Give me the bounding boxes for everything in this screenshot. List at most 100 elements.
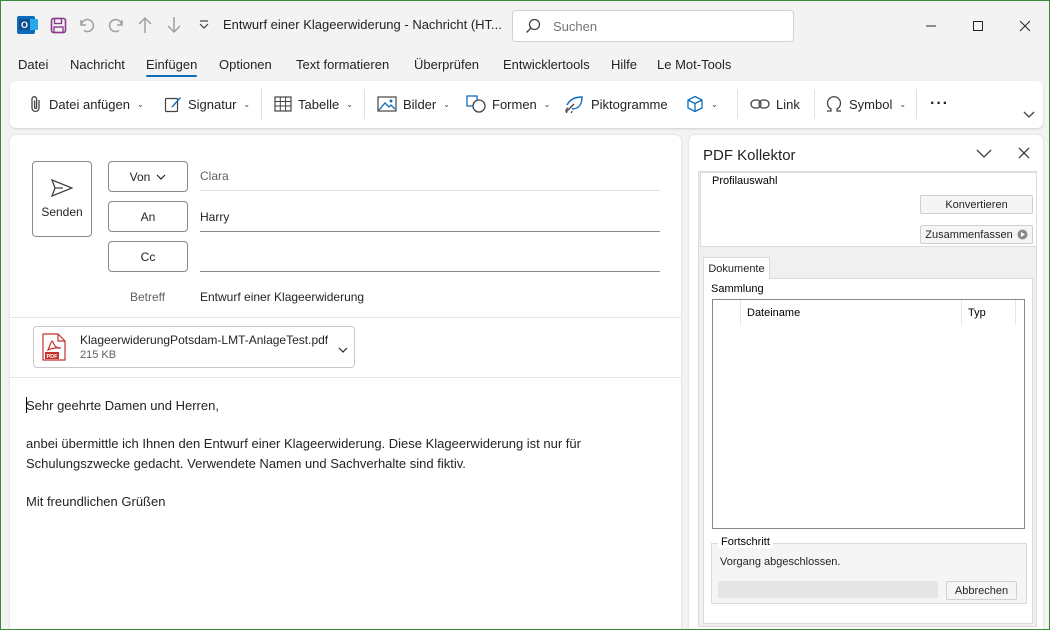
message-body[interactable]: Sehr geehrte Damen und Herren, anbei übe… bbox=[26, 396, 666, 512]
paperclip-icon bbox=[31, 96, 40, 113]
table-button[interactable]: Tabelle ⌄ bbox=[274, 92, 353, 116]
arrow-up-icon[interactable] bbox=[135, 15, 155, 35]
profile-group-label: Profilauswahl bbox=[709, 175, 781, 187]
more-commands-button[interactable]: ··· bbox=[930, 92, 949, 116]
outlook-icon: O bbox=[16, 15, 38, 35]
tab-dokumente[interactable]: Dokumente bbox=[703, 257, 770, 279]
pdf-kollektor-pane: PDF Kollektor Profilauswahl Konvertieren… bbox=[689, 135, 1043, 629]
cancel-button[interactable]: Abbrechen bbox=[946, 581, 1017, 600]
attach-file-button[interactable]: Datei anfügen ⌄ bbox=[29, 92, 144, 116]
divider bbox=[10, 377, 681, 378]
from-field[interactable]: Clara bbox=[200, 161, 660, 191]
progress-group-label: Fortschritt bbox=[718, 536, 773, 548]
qat-more-icon[interactable] bbox=[194, 15, 214, 35]
tab-text-formatieren[interactable]: Text formatieren bbox=[296, 57, 389, 72]
column-typ[interactable]: Typ bbox=[962, 300, 1016, 325]
convert-button[interactable]: Konvertieren bbox=[920, 195, 1033, 214]
body-line-1: anbei übermittle ich Ihnen den Entwurf e… bbox=[26, 436, 581, 451]
pane-content: Profilauswahl Konvertieren Zusammenfasse… bbox=[698, 171, 1037, 627]
progress-status: Vorgang abgeschlossen. bbox=[720, 556, 841, 568]
to-button[interactable]: An bbox=[108, 201, 188, 232]
list-header: Dateiname Typ bbox=[713, 300, 1024, 325]
attachment-name: KlageerwiderungPotsdam-LMT-AnlageTest.pd… bbox=[80, 333, 329, 347]
body-greeting: Sehr geehrte Damen und Herren, bbox=[26, 398, 219, 413]
more-icon: ··· bbox=[930, 95, 949, 112]
send-button[interactable]: Senden bbox=[32, 161, 92, 237]
minimize-button[interactable] bbox=[908, 11, 954, 41]
attachment-info: KlageerwiderungPotsdam-LMT-AnlageTest.pd… bbox=[80, 333, 328, 361]
close-icon bbox=[1019, 20, 1031, 32]
collection-list[interactable]: Dateiname Typ bbox=[712, 299, 1025, 529]
tab-optionen[interactable]: Optionen bbox=[219, 57, 272, 72]
tab-hilfe[interactable]: Hilfe bbox=[611, 57, 637, 72]
close-window-button[interactable] bbox=[1002, 11, 1048, 41]
maximize-icon bbox=[973, 21, 983, 31]
summarize-button[interactable]: Zusammenfassen bbox=[920, 225, 1033, 244]
maximize-button[interactable] bbox=[955, 11, 1001, 41]
cc-button[interactable]: Cc bbox=[108, 241, 188, 272]
tab-le-mot-tools[interactable]: Le Mot-Tools bbox=[657, 57, 731, 72]
signature-label: Signatur bbox=[188, 96, 237, 112]
pictures-icon bbox=[377, 96, 397, 112]
ribbon-expand-button[interactable] bbox=[1023, 107, 1035, 122]
attachment-size: 215 KB bbox=[80, 349, 117, 361]
tab-ueberpruefen[interactable]: Überprüfen bbox=[414, 57, 479, 72]
subject-field[interactable]: Entwurf einer Klageerwiderung bbox=[200, 290, 364, 304]
from-button[interactable]: Von bbox=[108, 161, 188, 192]
cc-label: Cc bbox=[140, 249, 156, 264]
search-box[interactable] bbox=[512, 10, 794, 42]
chevron-down-icon bbox=[156, 174, 166, 180]
pdf-file-icon: PDF bbox=[42, 333, 66, 361]
icons-insert-icon bbox=[565, 96, 583, 113]
tab-datei[interactable]: Datei bbox=[18, 57, 48, 72]
undo-icon[interactable] bbox=[77, 15, 97, 35]
tab-nachricht[interactable]: Nachricht bbox=[70, 57, 125, 72]
to-field[interactable]: Harry bbox=[200, 202, 660, 232]
signature-button[interactable]: Signatur ⌄ bbox=[164, 92, 250, 116]
from-label: Von bbox=[129, 169, 151, 184]
body-closing: Mit freundlichen Grüßen bbox=[26, 494, 166, 509]
tab-entwicklertools[interactable]: Entwicklertools bbox=[503, 57, 590, 72]
window-title: Entwurf einer Klageerwiderung - Nachrich… bbox=[223, 17, 502, 32]
svg-text:PDF: PDF bbox=[47, 354, 59, 360]
column-dateiname[interactable]: Dateiname bbox=[741, 300, 962, 325]
3d-models-button[interactable]: ⌄ bbox=[686, 92, 718, 116]
pictures-label: Bilder bbox=[403, 96, 437, 112]
chevron-down-icon bbox=[338, 347, 348, 353]
icons-button[interactable]: Piktogramme bbox=[565, 92, 668, 116]
signature-icon bbox=[164, 97, 181, 113]
redo-icon[interactable] bbox=[106, 15, 126, 35]
collection-label: Sammlung bbox=[711, 283, 764, 295]
shapes-button[interactable]: Formen ⌄ bbox=[466, 92, 551, 116]
search-input[interactable] bbox=[553, 18, 773, 34]
summarize-label: Zusammenfassen bbox=[925, 228, 1013, 241]
shapes-icon bbox=[466, 95, 486, 113]
pane-options-button[interactable] bbox=[976, 147, 992, 162]
search-icon bbox=[513, 18, 553, 34]
omega-icon bbox=[826, 96, 842, 112]
column-select[interactable] bbox=[713, 300, 741, 325]
link-button[interactable]: Link bbox=[750, 92, 800, 116]
documents-panel: Sammlung Dateiname Typ Fortschritt Vorga… bbox=[703, 278, 1033, 624]
icons-label: Piktogramme bbox=[591, 96, 668, 112]
attachment-card[interactable]: PDF KlageerwiderungPotsdam-LMT-AnlageTes… bbox=[33, 326, 355, 368]
divider bbox=[10, 317, 681, 318]
ribbon-toolbar: Datei anfügen ⌄ Signatur ⌄ Tabelle ⌄ Bilder… bbox=[10, 81, 1043, 128]
close-icon bbox=[1018, 147, 1030, 159]
symbol-button[interactable]: Symbol ⌄ bbox=[825, 92, 906, 116]
shapes-label: Formen bbox=[492, 96, 537, 112]
attachment-menu-button[interactable] bbox=[338, 341, 348, 356]
tab-einfuegen[interactable]: Einfügen bbox=[146, 57, 198, 77]
save-icon[interactable] bbox=[48, 15, 68, 35]
text-cursor bbox=[26, 397, 27, 413]
send-label: Senden bbox=[41, 205, 83, 219]
pictures-button[interactable]: Bilder ⌄ bbox=[377, 92, 450, 116]
arrow-down-icon[interactable] bbox=[164, 15, 184, 35]
minimize-icon bbox=[926, 25, 936, 27]
table-icon bbox=[274, 96, 292, 112]
compose-pane: Senden Von An Cc Clara Harry Betreff Ent… bbox=[10, 135, 681, 629]
cc-field[interactable] bbox=[200, 242, 660, 272]
progress-bar bbox=[718, 581, 938, 598]
chevron-down-icon bbox=[1023, 111, 1035, 118]
pane-close-button[interactable] bbox=[1018, 147, 1030, 162]
